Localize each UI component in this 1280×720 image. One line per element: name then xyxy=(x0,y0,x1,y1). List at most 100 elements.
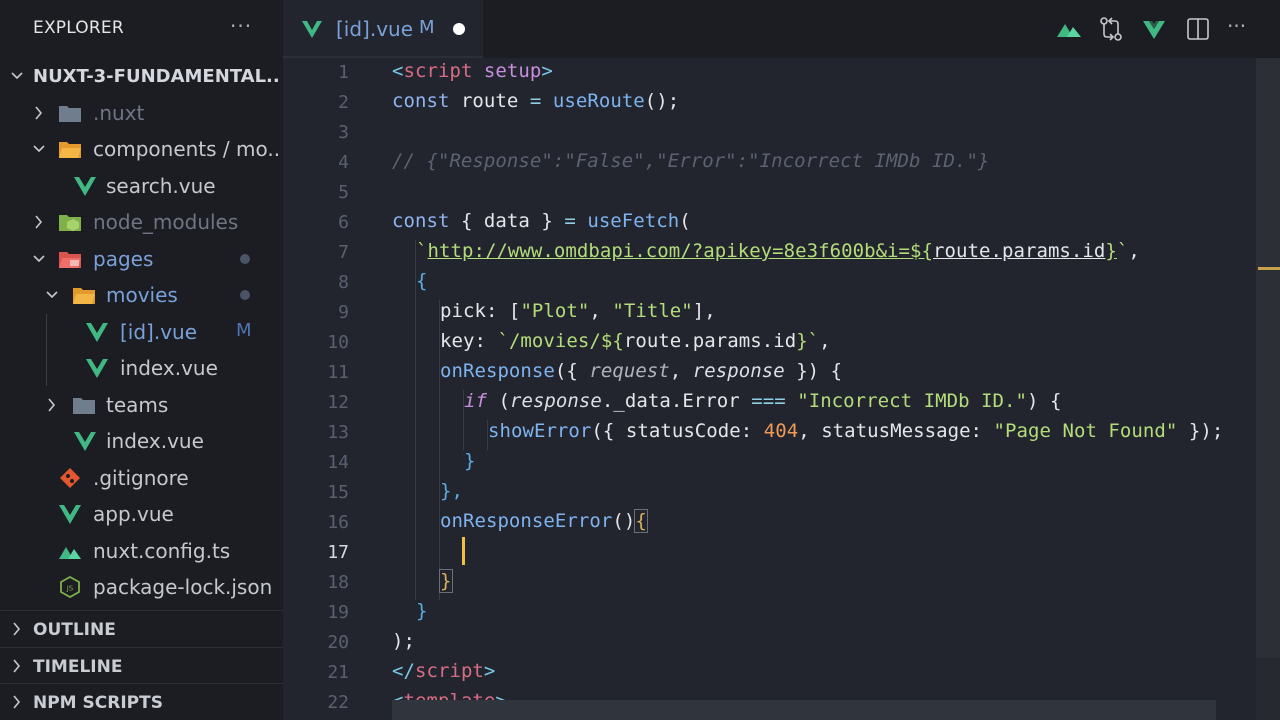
code-comment: // {"Response":"False","Error":"Incorrec… xyxy=(392,150,990,172)
code-line: 18 } xyxy=(283,568,1263,598)
chevron-down-icon xyxy=(45,285,59,305)
code-line: 5 xyxy=(283,178,1263,208)
unsaved-dot-close-button[interactable] xyxy=(453,23,465,35)
modified-dot xyxy=(240,254,250,264)
chevron-down-icon xyxy=(32,249,46,269)
code-text: showError({ statusCode: 404, statusMessa… xyxy=(488,420,1224,442)
code-line: 14 } xyxy=(283,448,1263,478)
code-text: pick: ["Plot", "Title"], xyxy=(440,300,716,322)
code-text: onResponse({ request, response }) { xyxy=(440,360,843,382)
scrollbar-cursor-marker xyxy=(1258,267,1280,270)
tree-indent-guide xyxy=(46,314,47,386)
folder-open-icon xyxy=(58,138,82,160)
workspace-root-folder[interactable]: NUXT-3-FUNDAMENTAL... xyxy=(0,58,283,94)
line-number: 1 xyxy=(338,62,349,83)
line-number: 21 xyxy=(327,662,349,683)
tree-item-movies-index-vue[interactable]: index.vue xyxy=(0,350,283,386)
nuxt-icon[interactable] xyxy=(1056,16,1082,42)
tree-item-pages-index-vue[interactable]: index.vue xyxy=(0,423,283,459)
code-line: 7 `http://www.omdbapi.com/?apikey=8e3f60… xyxy=(283,238,1263,268)
code-text: } xyxy=(464,450,476,472)
explorer-sidebar: EXPLORER ··· NUXT-3-FUNDAMENTAL... .nuxt… xyxy=(0,0,283,720)
folder-icon xyxy=(72,394,96,416)
tree-item-movies-folder[interactable]: movies xyxy=(0,277,283,313)
line-number-current: 17 xyxy=(327,542,349,563)
tree-item-teams-folder[interactable]: teams xyxy=(0,387,283,423)
line-number: 16 xyxy=(327,512,349,533)
tree-item-label: .gitignore xyxy=(93,466,189,490)
explorer-title: EXPLORER xyxy=(33,18,124,38)
tab-id-vue[interactable]: [id].vue M xyxy=(283,0,483,58)
url-link: http://www.omdbapi.com/?apikey=8e3f600b&… xyxy=(427,240,911,262)
code-text: const { data } = useFetch( xyxy=(392,210,691,232)
section-timeline-label: TIMELINE xyxy=(33,657,123,677)
tree-item-label: index.vue xyxy=(120,356,218,380)
code-text: { xyxy=(416,270,428,292)
nuxt-file-icon xyxy=(58,540,82,562)
vue-file-icon xyxy=(58,503,82,525)
line-number: 18 xyxy=(327,572,349,593)
chevron-right-icon xyxy=(10,619,24,639)
code-line: 9 pick: ["Plot", "Title"], xyxy=(283,298,1263,328)
vertical-scrollbar-thumb[interactable] xyxy=(1256,58,1280,658)
chevron-down-icon xyxy=(10,66,24,86)
tree-item-label: teams xyxy=(106,393,169,417)
vue-file-icon xyxy=(73,430,97,452)
tree-item-app-vue[interactable]: app.vue xyxy=(0,496,283,532)
vue-file-icon xyxy=(85,357,109,379)
tree-item-id-vue[interactable]: [id].vue M xyxy=(0,314,283,350)
vue-file-icon xyxy=(301,19,323,39)
git-compare-icon[interactable] xyxy=(1098,16,1124,42)
line-number: 7 xyxy=(338,242,349,263)
code-line: 8 { xyxy=(283,268,1263,298)
line-number: 4 xyxy=(338,152,349,173)
code-line: 16 onResponseError(){ xyxy=(283,508,1263,538)
code-line: 21 </script> xyxy=(283,658,1263,688)
node-js-file-icon: JS xyxy=(58,575,82,599)
tree-item-nuxt-config[interactable]: nuxt.config.ts xyxy=(0,533,283,569)
split-editor-icon[interactable] xyxy=(1185,16,1211,42)
section-npm-scripts[interactable]: NPM SCRIPTS xyxy=(0,684,283,720)
tree-item-label: nuxt.config.ts xyxy=(93,539,231,563)
chevron-right-icon xyxy=(32,103,46,123)
pages-folder-icon xyxy=(58,248,82,270)
code-line: 4 // {"Response":"False","Error":"Incorr… xyxy=(283,148,1263,178)
explorer-more-actions-button[interactable]: ··· xyxy=(230,14,252,38)
tree-item-pages-folder[interactable]: pages xyxy=(0,241,283,277)
section-outline[interactable]: OUTLINE xyxy=(0,611,283,647)
tree-item-components-folder[interactable]: components / mo... xyxy=(0,131,283,167)
tree-item-gitignore[interactable]: .gitignore xyxy=(0,460,283,496)
code-text: key: `/movies/${route.params.id}`, xyxy=(440,330,831,352)
tree-item-nuxt-folder[interactable]: .nuxt xyxy=(0,95,283,131)
tree-item-node-modules-folder[interactable]: node_modules xyxy=(0,204,283,240)
chevron-down-icon xyxy=(32,139,46,159)
code-text: <script setup> xyxy=(392,60,553,82)
more-actions-icon[interactable]: ··· xyxy=(1227,14,1253,40)
explorer-header: EXPLORER ··· xyxy=(0,0,283,58)
chevron-right-icon xyxy=(32,212,46,232)
tree-item-search-vue[interactable]: search.vue xyxy=(0,168,283,204)
tree-item-label: app.vue xyxy=(93,502,174,526)
code-line-current: 17 xyxy=(283,538,1263,568)
code-text: }, xyxy=(440,480,463,502)
horizontal-scrollbar-thumb[interactable] xyxy=(392,700,1216,720)
line-number: 20 xyxy=(327,632,349,653)
code-text: ); xyxy=(392,630,415,652)
code-text: } xyxy=(416,600,428,622)
code-editor[interactable]: 1 <script setup> 2 const route = useRout… xyxy=(283,58,1280,720)
section-npm-scripts-label: NPM SCRIPTS xyxy=(33,693,163,713)
vue-devtools-icon[interactable] xyxy=(1141,16,1167,42)
tree-item-label: search.vue xyxy=(106,174,216,198)
code-text: if (response._data.Error === "Incorrect … xyxy=(464,390,1062,412)
tree-item-label: index.vue xyxy=(106,429,204,453)
code-line: 19 } xyxy=(283,598,1263,628)
folder-icon xyxy=(58,102,82,124)
section-timeline[interactable]: TIMELINE xyxy=(0,648,283,684)
tree-item-label: .nuxt xyxy=(93,101,145,125)
folder-open-icon xyxy=(72,284,96,306)
tree-item-package-lock[interactable]: JS package-lock.json xyxy=(0,569,283,605)
tree-item-label: package-lock.json xyxy=(93,575,273,599)
line-number: 13 xyxy=(327,422,349,443)
tree-item-label: [id].vue xyxy=(120,320,198,344)
line-number: 2 xyxy=(338,92,349,113)
